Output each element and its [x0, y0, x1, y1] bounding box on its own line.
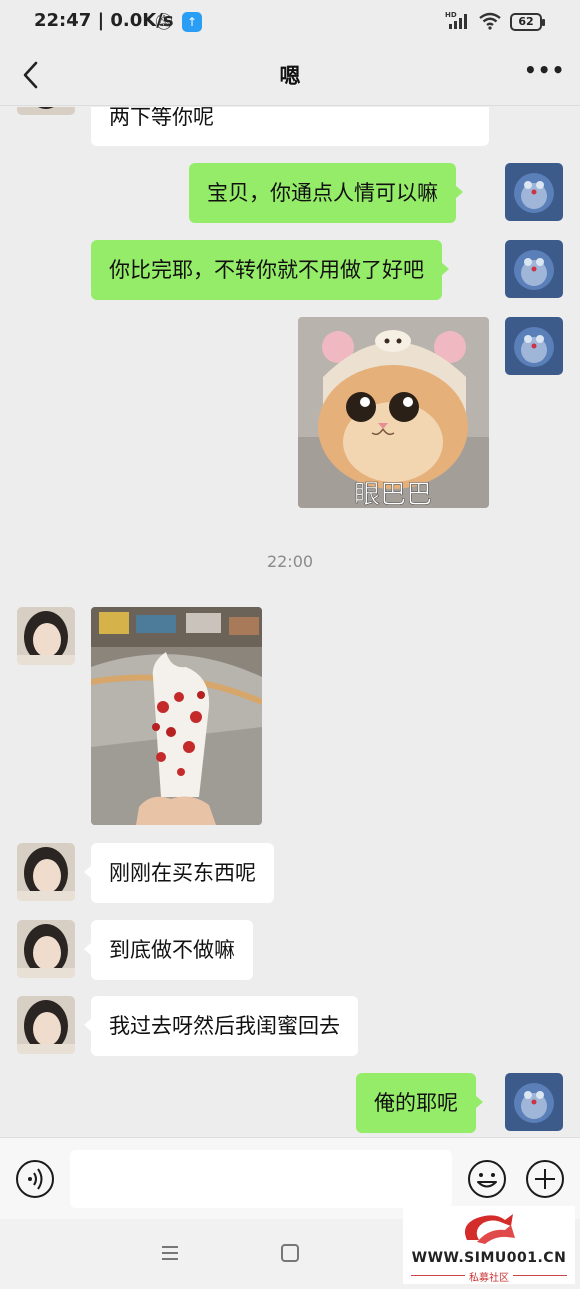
my-avatar[interactable]	[505, 163, 563, 221]
message-bubble-outgoing[interactable]: 俺的耶呢	[356, 1073, 483, 1133]
watermark-site: WWW.SIMU001.CN	[411, 1250, 567, 1266]
home-icon[interactable]	[281, 1244, 299, 1262]
message-bubble-outgoing[interactable]: 宝贝，你通点人情可以嘛	[189, 163, 463, 223]
sticker-caption: 眼巴巴	[354, 480, 432, 508]
voice-icon[interactable]	[15, 1159, 55, 1199]
status-time: 22:47 | 0.0K/s	[34, 10, 174, 31]
my-avatar[interactable]	[505, 1073, 563, 1131]
watermark-subtitle: 私募社区	[403, 1269, 575, 1284]
sticker-image[interactable]: 眼巴巴	[298, 317, 489, 508]
watermark-subtitle-text: 私募社区	[465, 1273, 513, 1284]
signal-icon: HD	[445, 11, 467, 29]
battery-icon: 62	[510, 13, 545, 31]
message-timestamp: 22:00	[266, 552, 314, 571]
chat-header: 嗯 •••	[0, 44, 580, 106]
watermark-logo	[464, 1214, 515, 1244]
wifi-icon	[479, 12, 501, 30]
photo-message[interactable]	[91, 607, 262, 825]
message-list[interactable]: 两下等你呢 宝贝，你通点人情可以嘛 你比完耶，不转你就不用做了好吧 眼巴巴 22…	[0, 107, 580, 1137]
message-bubble-incoming[interactable]: 刚刚在买东西呢	[84, 843, 274, 903]
message-input[interactable]	[70, 1150, 452, 1208]
more-dots-icon[interactable]: •••	[524, 60, 564, 84]
bell-muted-icon: 🔕︎	[154, 12, 175, 31]
chat-title: 嗯	[279, 64, 301, 88]
message-bubble-incoming[interactable]: 两下等你呢	[91, 107, 489, 146]
upload-icon: ↑	[182, 12, 202, 32]
message-bubble-outgoing[interactable]: 你比完耶，不转你就不用做了好吧	[91, 240, 449, 300]
contact-avatar[interactable]	[17, 607, 75, 665]
emoji-icon[interactable]	[467, 1159, 507, 1199]
contact-avatar[interactable]	[17, 920, 75, 978]
message-bubble-incoming[interactable]: 我过去呀然后我闺蜜回去	[84, 996, 358, 1056]
my-avatar[interactable]	[505, 317, 563, 375]
message-bubble-incoming[interactable]: 到底做不做嘛	[84, 920, 253, 980]
network-badge: HD	[445, 11, 457, 19]
plus-icon[interactable]	[525, 1159, 565, 1199]
contact-avatar[interactable]	[17, 107, 75, 115]
status-bar: 22:47 | 0.0K/s 🔕︎ ↑ HD 62	[0, 0, 580, 44]
my-avatar[interactable]	[505, 240, 563, 298]
menu-icon[interactable]	[160, 1245, 180, 1261]
contact-avatar[interactable]	[17, 996, 75, 1054]
contact-avatar[interactable]	[17, 843, 75, 901]
watermark: WWW.SIMU001.CN 私募社区	[403, 1206, 575, 1284]
